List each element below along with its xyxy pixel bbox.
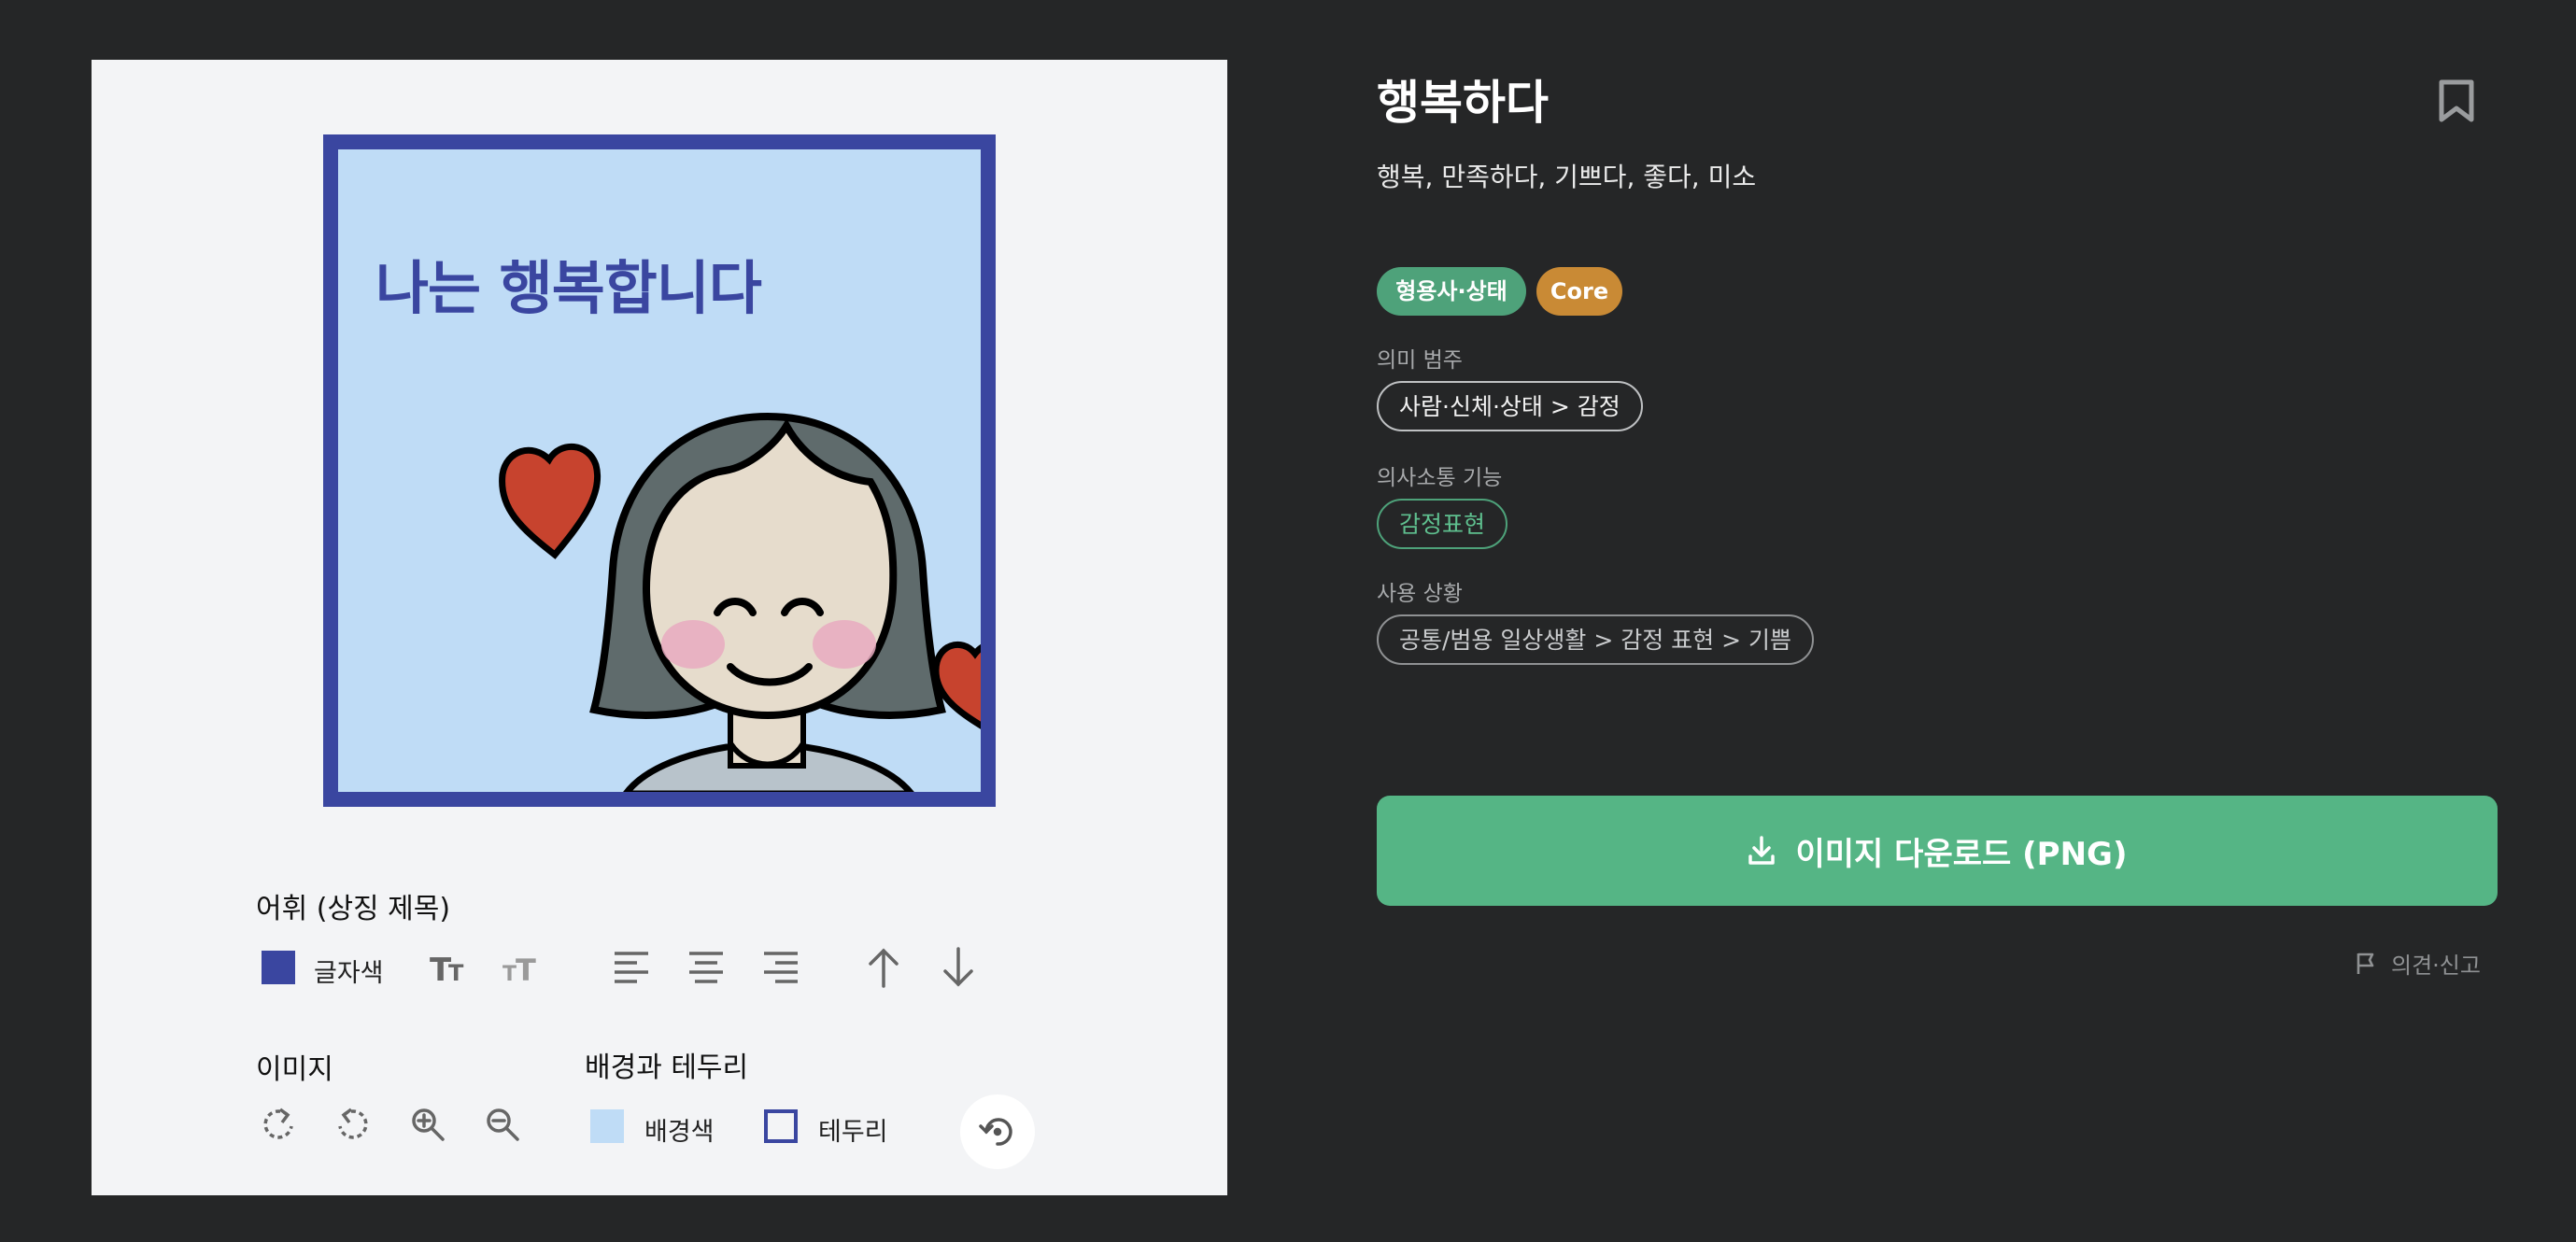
- text-color-swatch[interactable]: [262, 951, 295, 984]
- border-label: 테두리: [818, 1118, 888, 1147]
- heart-left: [499, 443, 602, 559]
- bg-color-label: 배경색: [644, 1118, 715, 1147]
- editor-panel: 나는 행복합니다 어휘 (상징 제목) 글자색 T T T T 이미지 배경과 …: [92, 60, 1227, 1195]
- report-label: 의견·신고: [2391, 953, 2481, 979]
- communication-chip[interactable]: 감정표현: [1377, 499, 1508, 549]
- usage-label: 사용 상황: [1377, 582, 1463, 606]
- flag-icon: [2357, 953, 2374, 974]
- usage-chip[interactable]: 공통/범용 일상생활 > 감정 표현 > 기쁨: [1377, 614, 1814, 665]
- download-icon: [1748, 836, 1775, 865]
- bg-color-swatch[interactable]: [590, 1109, 624, 1143]
- align-left-icon[interactable]: [613, 949, 650, 986]
- preview-canvas[interactable]: 나는 행복합니다: [338, 149, 981, 792]
- zoom-in-icon[interactable]: [409, 1106, 446, 1143]
- communication-label: 의사소통 기능: [1377, 466, 1503, 490]
- align-center-icon[interactable]: [687, 949, 725, 986]
- rotate-right-icon[interactable]: [260, 1106, 297, 1143]
- badge-core: Core: [1536, 267, 1622, 316]
- move-up-icon[interactable]: [867, 947, 900, 988]
- word-title: 행복하다: [1377, 76, 1549, 130]
- synonyms: 행복, 만족하다, 기쁘다, 좋다, 미소: [1377, 162, 1757, 192]
- heart-right: [932, 641, 981, 729]
- svg-text:T: T: [448, 960, 464, 986]
- reset-button[interactable]: [960, 1094, 1035, 1169]
- section-word-title: 어휘 (상징 제목): [256, 893, 451, 925]
- meaning-category-chip[interactable]: 사람·신체·상태 > 감정: [1377, 381, 1643, 431]
- badge-part-of-speech: 형용사·상태: [1377, 267, 1526, 316]
- happy-girl-illustration: [499, 412, 981, 792]
- report-link[interactable]: 의견·신고: [2356, 947, 2481, 980]
- move-down-icon[interactable]: [941, 947, 975, 988]
- symbol-preview: 나는 행복합니다: [323, 134, 996, 807]
- align-right-icon[interactable]: [762, 949, 800, 986]
- section-background-title: 배경과 테두리: [585, 1051, 749, 1084]
- zoom-out-icon[interactable]: [484, 1106, 521, 1143]
- bookmark-icon[interactable]: [2438, 78, 2475, 123]
- text-size-decrease-icon[interactable]: T T: [502, 949, 544, 986]
- svg-text:T: T: [516, 953, 536, 986]
- reset-icon: [979, 1118, 1012, 1146]
- download-label: 이미지 다운로드 (PNG): [1795, 835, 2128, 873]
- rotate-left-icon[interactable]: [334, 1106, 372, 1143]
- text-size-increase-icon[interactable]: T T: [430, 949, 471, 986]
- download-png-button[interactable]: 이미지 다운로드 (PNG): [1377, 796, 2498, 906]
- section-image-title: 이미지: [256, 1053, 333, 1086]
- text-color-label: 글자색: [314, 959, 384, 988]
- meaning-category-label: 의미 범주: [1377, 348, 1463, 373]
- border-color-swatch[interactable]: [764, 1109, 798, 1143]
- svg-text:T: T: [502, 963, 517, 986]
